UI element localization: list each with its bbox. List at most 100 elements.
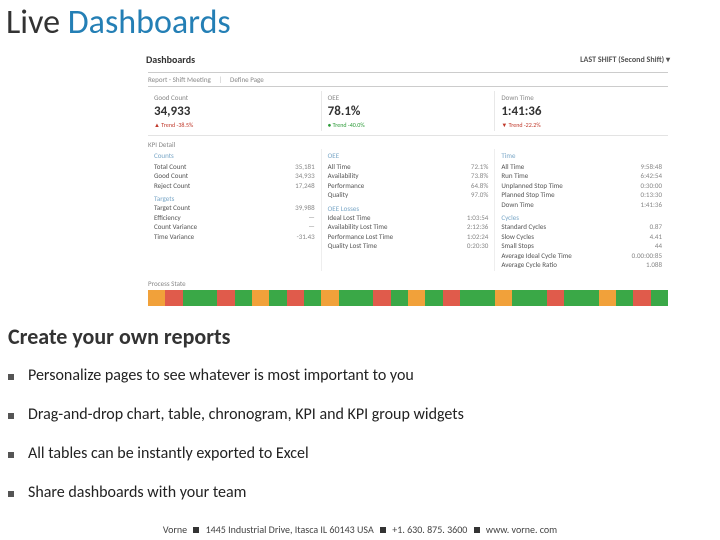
timeline-segment (269, 290, 286, 306)
title-word-2: Dashboards (68, 2, 231, 43)
detail-row: Efficiency— (154, 213, 315, 222)
detail-row: Quality Lost Time0:20:30 (328, 241, 489, 250)
process-state-row: Process State (148, 279, 668, 306)
dash-header-left: Dashboards (146, 53, 195, 66)
bullet-text: Personalize pages to see whatever is mos… (28, 366, 414, 385)
footer-url: www. vorne. com (486, 523, 557, 536)
detail-row: Small Stops44 (501, 241, 662, 250)
kpi-value: 34,933 (154, 104, 315, 119)
timeline-segment (651, 290, 668, 306)
timeline-segment (547, 290, 564, 306)
timeline-segment (425, 290, 442, 306)
timeline-segment (217, 290, 234, 306)
timeline-segment (321, 290, 338, 306)
detail-row: Unplanned Stop Time0:30:00 (501, 181, 662, 190)
timeline-segment (460, 290, 477, 306)
detail-row: Quality97.0% (328, 190, 489, 199)
timeline-segment (599, 290, 616, 306)
timeline-segment (512, 290, 529, 306)
detail-row: Reject Count17,248 (154, 181, 315, 190)
kpi-label: Good Count (154, 93, 315, 102)
detail-row: Count Variance— (154, 222, 315, 231)
detail-row: Total Count35,181 (154, 162, 315, 171)
process-state-label: Process State (148, 279, 668, 288)
detail-row: Performance Lost Time1:02:24 (328, 232, 489, 241)
kpi-card: OEE 78.1% ● Trend -40.0% (322, 91, 496, 131)
detail-subhead: Targets (154, 194, 315, 203)
detail-row: Ideal Lost Time1:03:54 (328, 213, 489, 222)
detail-row: Availability73.8% (328, 171, 489, 180)
report-label: Report - Shift Meeting (148, 75, 211, 84)
detail-row: Availability Lost Time2:12:36 (328, 222, 489, 231)
timeline-segment (616, 290, 633, 306)
dashboard-screenshot: Dashboards LAST SHIFT (Second Shift) ▾ R… (138, 51, 678, 311)
timeline-segment (495, 290, 512, 306)
bullet-icon (8, 374, 14, 380)
detail-row: Average Ideal Cycle Time0.00:00:85 (501, 251, 662, 260)
kpi-row: Good Count 34,933 ▲ Trend -38.5% OEE 78.1% ● … (148, 91, 668, 136)
page-title: Live Dashboards (0, 0, 720, 47)
kpi-trend: ● Trend -40.0% (328, 121, 489, 129)
timeline-segment (235, 290, 252, 306)
timeline-segment (252, 290, 269, 306)
timeline-segment (633, 290, 650, 306)
detail-row: All Time72.1% (328, 162, 489, 171)
timeline-segment (373, 290, 390, 306)
bullet-item: Personalize pages to see whatever is mos… (8, 356, 712, 395)
bullet-icon (8, 452, 14, 458)
timeline-segment (477, 290, 494, 306)
timeline-segment (200, 290, 217, 306)
timeline-segment (165, 290, 182, 306)
bullet-text: All tables can be instantly exported to … (28, 444, 309, 463)
kpi-detail-col: OEEAll Time72.1%Availability73.8%Perform… (322, 149, 496, 271)
bullet-text: Drag-and-drop chart, table, chronogram, … (28, 405, 464, 424)
kpi-label: Down Time (501, 93, 662, 102)
detail-col-head: Time (501, 151, 662, 160)
bullet-item: All tables can be instantly exported to … (8, 434, 712, 473)
kpi-card: Down Time1:41:36▼ Trend -22.2% (495, 91, 668, 131)
bullet-item: Share dashboards with your team (8, 473, 712, 512)
timeline-segment (183, 290, 200, 306)
detail-subhead: OEE Losses (328, 204, 489, 213)
timeline-segment (148, 290, 165, 306)
kpi-trend: ▼ Trend -22.2% (501, 121, 662, 129)
footer-phone: +1. 630. 875. 3600 (392, 523, 467, 536)
footer-divider-icon (474, 527, 480, 533)
bullet-list: Personalize pages to see whatever is mos… (0, 356, 720, 512)
detail-row: Time Variance-31.43 (154, 232, 315, 241)
detail-row: All Time9:58:48 (501, 162, 662, 171)
timeline-segment (408, 290, 425, 306)
title-word-1: Live (6, 2, 60, 43)
detail-row: Slow Cycles4.41 (501, 232, 662, 241)
detail-row: Performance64.8% (328, 181, 489, 190)
kpi-trend: ▲ Trend -38.5% (154, 121, 315, 129)
detail-row: Average Cycle Ratio1.088 (501, 260, 662, 269)
footer-company: Vorne (163, 523, 187, 536)
footer-divider-icon (193, 527, 199, 533)
timeline-segment (564, 290, 581, 306)
timeline-segment (391, 290, 408, 306)
detail-row: Standard Cycles0.87 (501, 222, 662, 231)
subtitle: Create your own reports (0, 317, 720, 356)
bullet-icon (8, 491, 14, 497)
footer-address: 1445 Industrial Drive, Itasca IL 60143 U… (206, 523, 374, 536)
timeline-segment (529, 290, 546, 306)
dash-header-right: LAST SHIFT (Second Shift) ▾ (580, 55, 670, 65)
detail-row: Good Count34,933 (154, 171, 315, 180)
detail-row: Down Time1:41:36 (501, 200, 662, 209)
kpi-detail-columns: CountsTotal Count35,181Good Count34,933R… (148, 149, 668, 271)
kpi-detail-heading: KPI Detail (148, 140, 668, 149)
report-options: Define Page (230, 75, 264, 84)
timeline-segment (443, 290, 460, 306)
kpi-label: OEE (328, 93, 489, 102)
timeline-segment (581, 290, 598, 306)
bullet-item: Drag-and-drop chart, table, chronogram, … (8, 395, 712, 434)
footer: Vorne 1445 Industrial Drive, Itasca IL 6… (0, 523, 720, 536)
detail-row: Run Time6:42:54 (501, 171, 662, 180)
bullet-icon (8, 413, 14, 419)
detail-row: Target Count39,988 (154, 203, 315, 212)
kpi-card: Good Count 34,933 ▲ Trend -38.5% (148, 91, 322, 131)
kpi-value: 78.1% (328, 104, 489, 119)
kpi-detail-col: Time All Time9:58:48Run Time6:42:54Unplan… (495, 149, 668, 271)
footer-divider-icon (380, 527, 386, 533)
